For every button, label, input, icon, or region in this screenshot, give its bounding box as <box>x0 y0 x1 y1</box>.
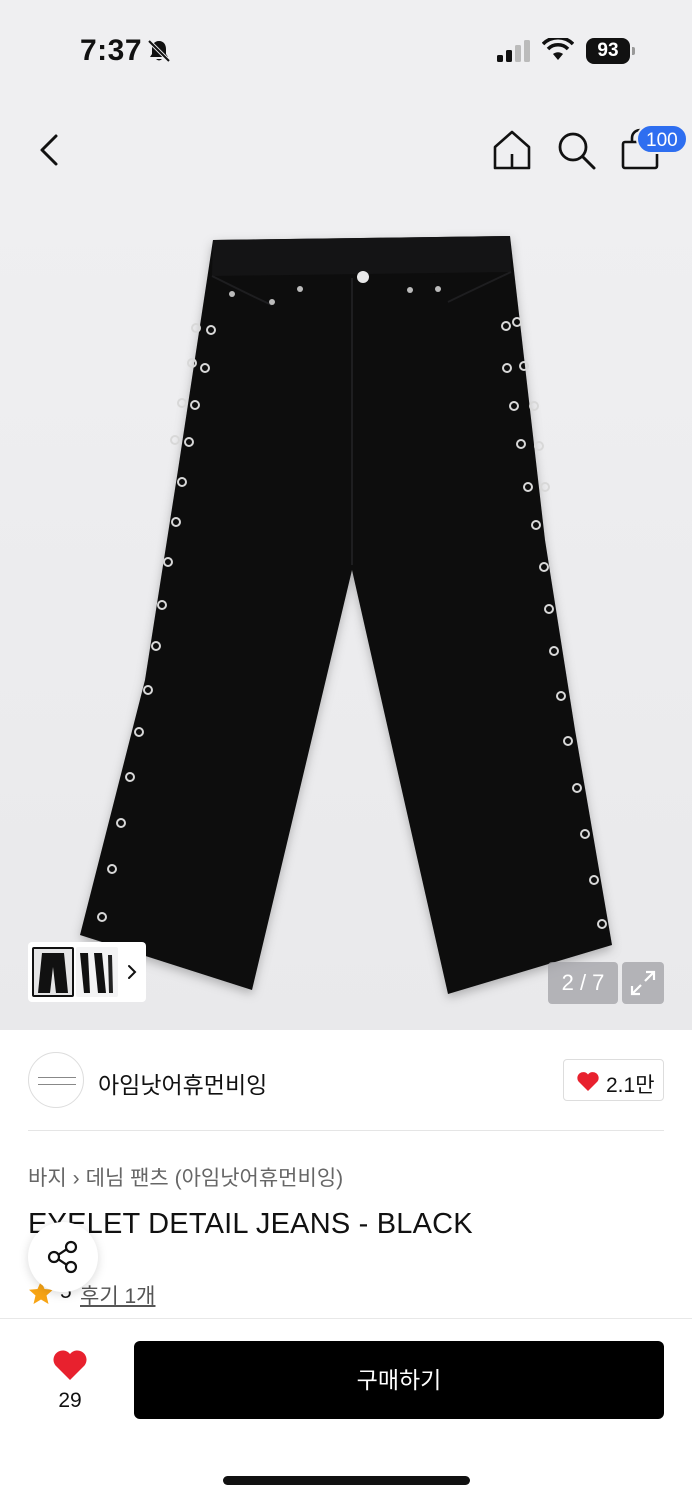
wishlist-heart-icon[interactable] <box>52 1349 88 1381</box>
review-link[interactable]: 후기 1개 <box>80 1280 155 1310</box>
divider <box>28 1130 664 1131</box>
chevron-right-icon: › <box>72 1167 80 1190</box>
brand-like-count: 2.1만 <box>606 1074 655 1097</box>
status-bar: 7:37 93 <box>0 0 692 100</box>
brand-name[interactable]: 아임낫어휴먼비잉 <box>98 1066 267 1100</box>
heart-icon <box>577 1072 599 1091</box>
signal-icon <box>497 40 530 62</box>
expand-icon[interactable] <box>622 962 664 1004</box>
wifi-icon <box>542 38 574 60</box>
brand-logo[interactable] <box>28 1052 84 1108</box>
battery-level: 93 <box>586 38 630 64</box>
breadcrumb-subcategory[interactable]: 데님 팬츠 (아임낫어휴먼비잉) <box>86 1167 344 1190</box>
bell-off-icon <box>147 39 171 63</box>
share-button[interactable] <box>28 1222 98 1292</box>
product-photo <box>80 236 612 994</box>
thumbnail-strip[interactable] <box>28 942 146 1002</box>
battery-icon: 93 <box>586 38 636 64</box>
bottom-action-bar: 29 구매하기 <box>0 1318 692 1500</box>
product-title: EYELET DETAIL JEANS - BLACK <box>28 1208 473 1240</box>
back-icon[interactable] <box>30 128 70 172</box>
chevron-right-icon[interactable] <box>124 962 140 982</box>
image-page-indicator: 2 / 7 <box>548 962 618 1004</box>
home-indicator[interactable] <box>223 1476 470 1485</box>
thumbnail-1[interactable] <box>32 947 74 997</box>
status-time: 7:37 <box>80 34 143 67</box>
top-nav <box>0 100 692 210</box>
brand-like-button[interactable]: 2.1만 <box>563 1059 664 1101</box>
wishlist-count: 29 <box>58 1389 82 1412</box>
share-icon <box>47 1240 78 1274</box>
product-image-gallery[interactable]: 2 / 7 <box>0 210 692 1030</box>
home-icon[interactable] <box>490 128 534 172</box>
search-icon[interactable] <box>554 128 598 172</box>
brand-row[interactable]: 아임낫어휴먼비잉 2.1만 <box>0 1030 692 1130</box>
buy-button[interactable]: 구매하기 <box>134 1341 664 1419</box>
breadcrumb-category[interactable]: 바지 <box>28 1167 67 1190</box>
thumbnail-2[interactable] <box>76 947 118 997</box>
breadcrumb: 바지 › 데님 팬츠 (아임낫어휴먼비잉) <box>28 1162 343 1192</box>
cart-count-badge: 100 <box>636 124 688 154</box>
